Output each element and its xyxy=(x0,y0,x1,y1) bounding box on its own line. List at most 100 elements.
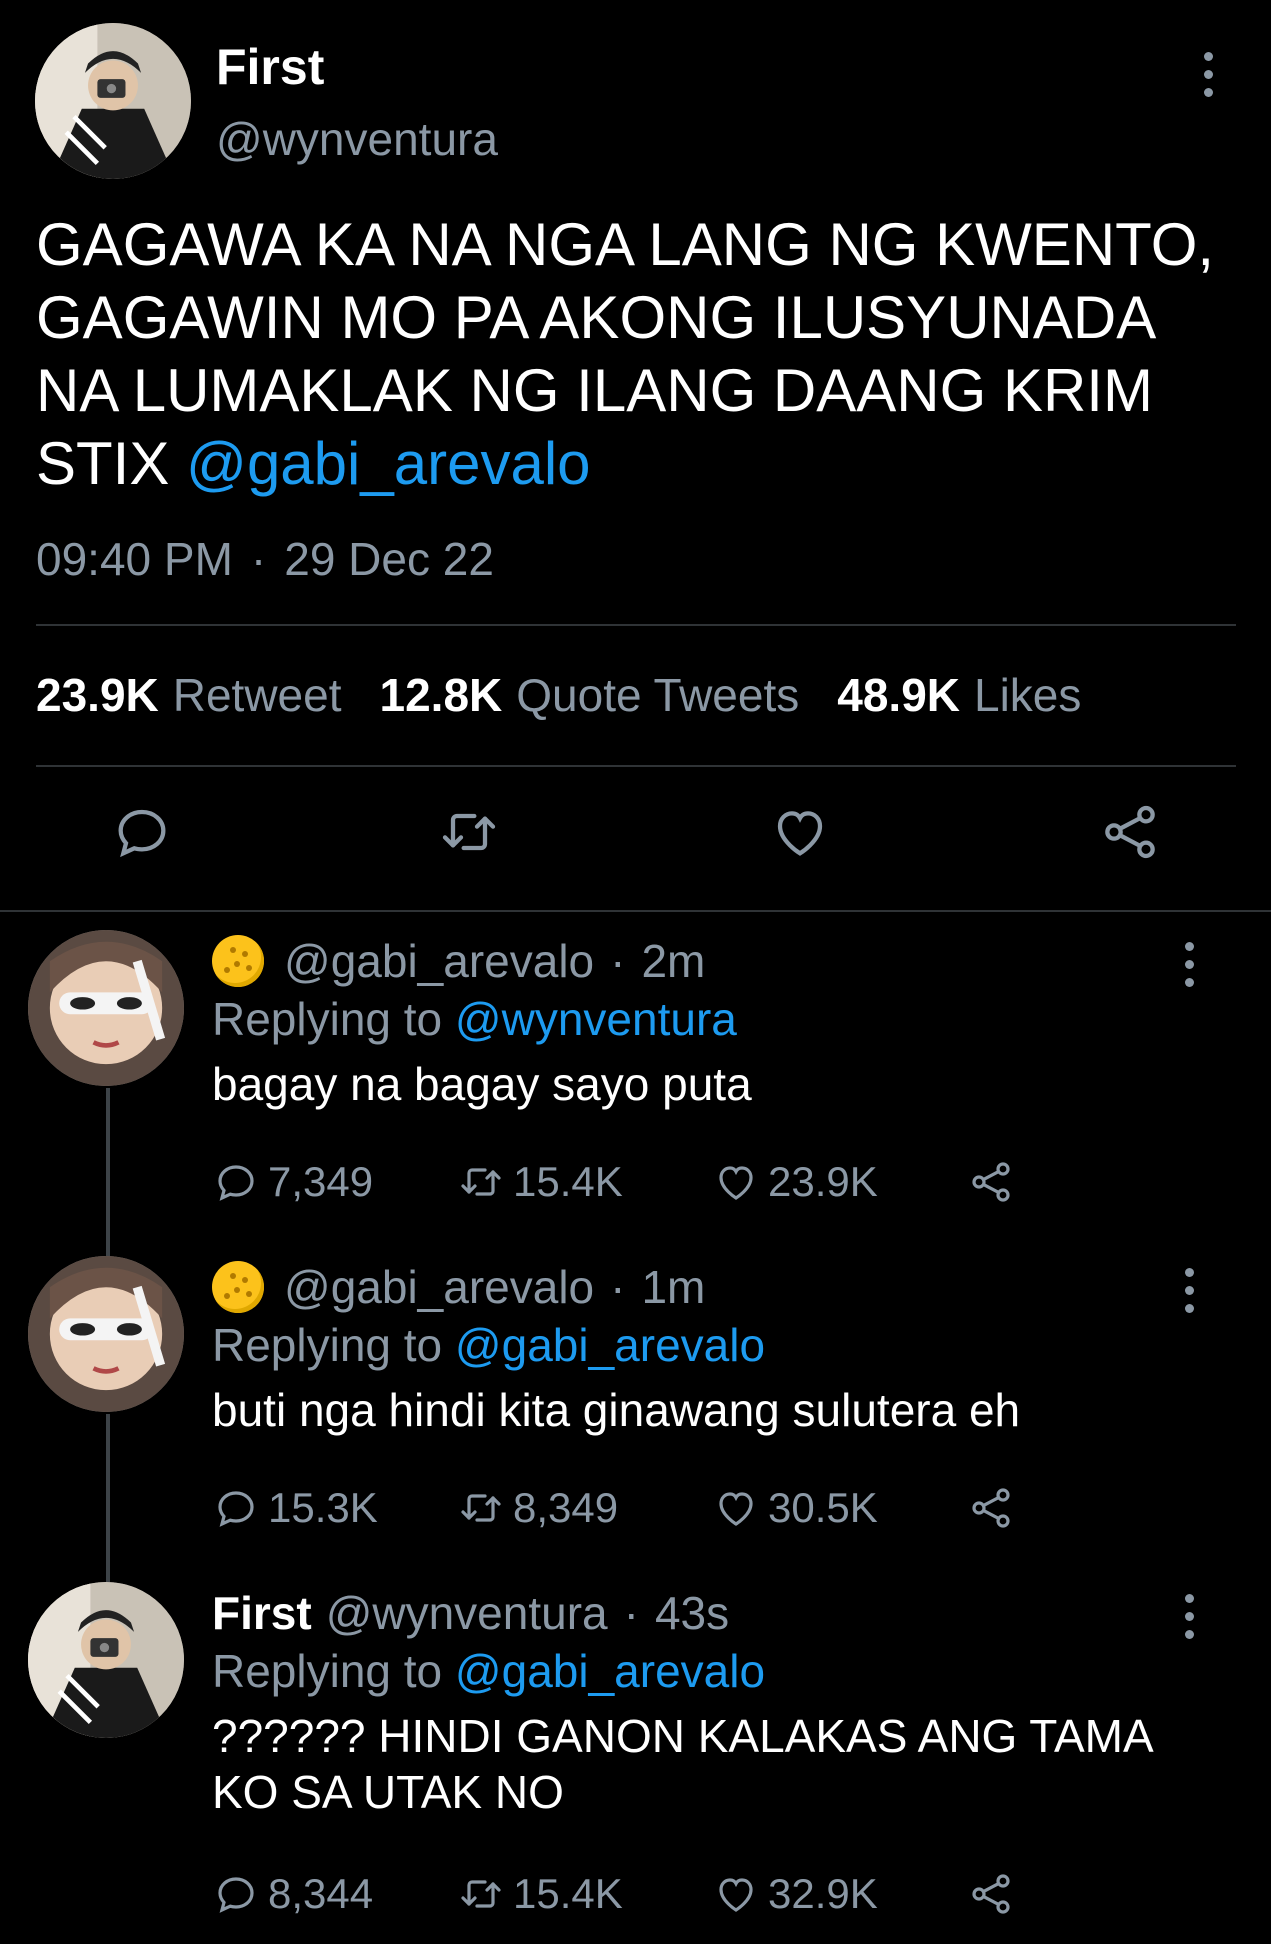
emoji-moon-icon xyxy=(212,935,264,987)
reply-button[interactable]: 8,344 xyxy=(212,1864,373,1924)
reply-text: ?????? HINDI GANON KALAKAS ANG TAMA KO S… xyxy=(212,1710,1152,1818)
reply-tweet[interactable]: @gabi_arevalo · 1m Replying to @gabi_areva… xyxy=(0,1256,1271,1566)
reply-icon xyxy=(218,1491,254,1527)
reply-header: @gabi_arevalo · 1m xyxy=(212,1260,705,1314)
replying-prefix: Replying to xyxy=(212,1645,443,1697)
replying-to: Replying to @gabi_arevalo xyxy=(212,1644,765,1698)
meta-separator: · xyxy=(250,533,267,585)
retweet-icon[interactable] xyxy=(437,800,501,864)
reply-time[interactable]: 2m xyxy=(641,934,705,988)
share-icon xyxy=(972,1162,1010,1202)
retweet-icon xyxy=(461,1168,501,1196)
retweets-count: 8,349 xyxy=(513,1484,619,1531)
reply-handle[interactable]: @gabi_arevalo xyxy=(284,1260,594,1314)
tweet-mention[interactable]: @gabi_arevalo xyxy=(186,430,591,497)
avatar[interactable] xyxy=(28,1582,184,1738)
likes-label: Likes xyxy=(974,669,1082,721)
replying-mention[interactable]: @wynventura xyxy=(455,993,737,1045)
avatar[interactable] xyxy=(28,1256,184,1412)
retweet-icon xyxy=(461,1494,501,1522)
handle[interactable]: @wynventura xyxy=(216,112,498,166)
reply-icon[interactable] xyxy=(110,800,174,864)
replies-count: 8,344 xyxy=(268,1870,374,1917)
like-icon[interactable] xyxy=(768,800,832,864)
replies-count: 7,349 xyxy=(268,1158,374,1205)
more-icon[interactable] xyxy=(1174,934,1204,994)
reply-time[interactable]: 43s xyxy=(655,1586,729,1640)
likes-count: 32.9K xyxy=(768,1870,878,1917)
replying-prefix: Replying to xyxy=(212,1319,443,1371)
quotes-count: 12.8K xyxy=(379,669,503,721)
meta-separator: · xyxy=(623,1587,639,1639)
reply-header: @gabi_arevalo · 2m xyxy=(212,934,705,988)
likes-count: 48.9K xyxy=(837,669,960,721)
display-name[interactable]: First xyxy=(216,38,324,96)
quotes-stat[interactable]: 12.8K Quote Tweets xyxy=(380,669,838,721)
main-tweet: First @wynventura GAGAWA KA NA NGA LANG … xyxy=(0,0,1271,910)
like-button[interactable]: 23.9K xyxy=(712,1152,878,1212)
retweets-count: 15.4K xyxy=(513,1158,623,1205)
divider xyxy=(36,624,1236,626)
tweet-stats: 23.9K Retweet 12.8K Quote Tweets 48.9K Likes xyxy=(36,668,1119,722)
like-icon xyxy=(719,1166,753,1200)
meta-separator: · xyxy=(610,1261,626,1313)
avatar-photo xyxy=(35,23,191,179)
like-button[interactable]: 32.9K xyxy=(712,1864,878,1924)
emoji-moon-icon xyxy=(212,1261,264,1313)
avatar-photo xyxy=(28,1582,184,1738)
tweet-date: 29 Dec 22 xyxy=(284,533,494,585)
reply-handle[interactable]: @gabi_arevalo xyxy=(284,934,594,988)
tweet-timestamp: 09:40 PM · 29 Dec 22 xyxy=(36,532,494,586)
tweet-action-bar xyxy=(0,800,1271,880)
likes-count: 23.9K xyxy=(768,1158,878,1205)
retweet-button[interactable]: 15.4K xyxy=(457,1152,623,1212)
replying-to: Replying to @gabi_arevalo xyxy=(212,1318,765,1372)
divider xyxy=(36,765,1236,767)
replying-prefix: Replying to xyxy=(212,993,443,1045)
retweets-count: 15.4K xyxy=(513,1870,623,1917)
reply-display-name[interactable]: First xyxy=(212,1586,312,1640)
retweets-stat[interactable]: 23.9K Retweet xyxy=(36,669,380,721)
share-icon[interactable] xyxy=(1098,800,1162,864)
reply-icon xyxy=(218,1877,254,1913)
retweet-icon xyxy=(461,1880,501,1908)
reply-header: First @wynventura · 43s xyxy=(212,1586,729,1640)
likes-count: 30.5K xyxy=(768,1484,878,1531)
reply-handle[interactable]: @wynventura xyxy=(326,1586,608,1640)
like-icon xyxy=(719,1878,753,1912)
reply-button[interactable]: 7,349 xyxy=(212,1152,373,1212)
reply-text: buti nga hindi kita ginawang sulutera eh xyxy=(212,1384,1021,1436)
retweet-button[interactable]: 15.4K xyxy=(457,1864,623,1924)
avatar[interactable] xyxy=(35,23,191,179)
share-button[interactable] xyxy=(967,1864,1023,1924)
share-button[interactable] xyxy=(967,1152,1023,1212)
avatar-photo xyxy=(28,930,184,1086)
replying-mention[interactable]: @gabi_arevalo xyxy=(455,1645,765,1697)
share-button[interactable] xyxy=(967,1478,1023,1538)
more-icon[interactable] xyxy=(1174,1260,1204,1320)
likes-stat[interactable]: 48.9K Likes xyxy=(837,669,1119,721)
more-icon[interactable] xyxy=(1193,44,1223,104)
reply-text: bagay na bagay sayo puta xyxy=(212,1058,752,1110)
avatar[interactable] xyxy=(28,930,184,1086)
quotes-label: Quote Tweets xyxy=(516,669,800,721)
reply-icon xyxy=(218,1165,254,1201)
share-icon xyxy=(972,1488,1010,1528)
avatar-photo xyxy=(28,1256,184,1412)
retweet-button[interactable]: 8,349 xyxy=(457,1478,618,1538)
replying-mention[interactable]: @gabi_arevalo xyxy=(455,1319,765,1371)
retweets-count: 23.9K xyxy=(36,669,159,721)
replying-to: Replying to @wynventura xyxy=(212,992,737,1046)
meta-separator: · xyxy=(610,935,626,987)
replies-count: 15.3K xyxy=(268,1484,378,1531)
reply-tweet[interactable]: @gabi_arevalo · 2m Replying to @wynventura… xyxy=(0,930,1271,1240)
reply-button[interactable]: 15.3K xyxy=(212,1478,378,1538)
like-button[interactable]: 30.5K xyxy=(712,1478,878,1538)
more-icon[interactable] xyxy=(1174,1586,1204,1646)
retweets-label: Retweet xyxy=(172,669,342,721)
thread-divider xyxy=(0,910,1271,912)
reply-tweet[interactable]: First @wynventura · 43s Replying to @gabi_a… xyxy=(0,1582,1271,1944)
reply-time[interactable]: 1m xyxy=(641,1260,705,1314)
tweet-time: 09:40 PM xyxy=(36,533,233,585)
share-icon xyxy=(972,1874,1010,1914)
